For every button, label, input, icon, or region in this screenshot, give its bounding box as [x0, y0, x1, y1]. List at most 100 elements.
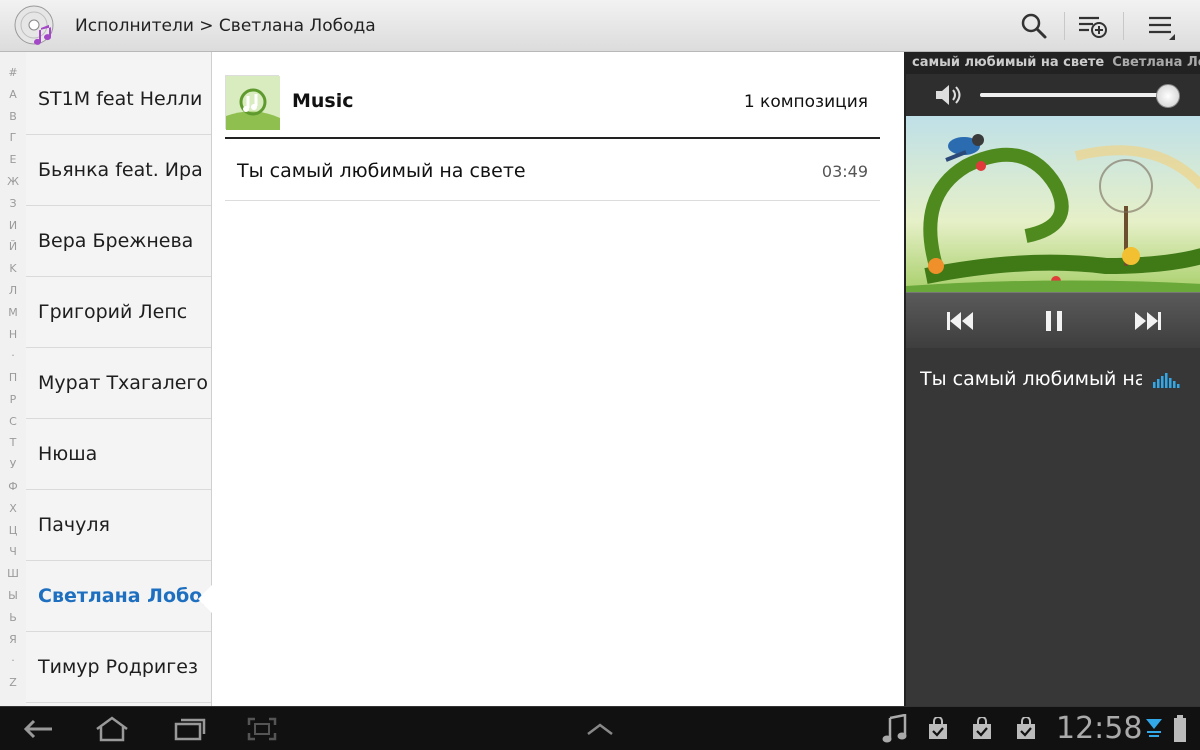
volume-slider-thumb[interactable]: [1156, 84, 1181, 108]
artist-list-item[interactable]: Тимур Родригез: [26, 632, 211, 703]
index-letter[interactable]: M: [0, 306, 26, 319]
volume-slider-fill: [980, 93, 1169, 97]
index-letter[interactable]: C: [0, 415, 26, 428]
artist-list-item[interactable]: Бьянка feat. Ира: [26, 135, 211, 206]
index-letter[interactable]: Z: [0, 676, 26, 689]
index-letter[interactable]: Ч: [0, 545, 26, 558]
wifi-status[interactable]: [1142, 707, 1166, 750]
index-letter[interactable]: T: [0, 436, 26, 449]
next-button[interactable]: [1118, 293, 1178, 349]
store-notification[interactable]: [920, 707, 956, 750]
volume-icon[interactable]: [934, 82, 964, 108]
screenshot-button[interactable]: [238, 707, 286, 750]
album-artwork[interactable]: [906, 116, 1200, 292]
index-letter[interactable]: Я: [0, 633, 26, 646]
search-icon: [1021, 13, 1047, 39]
shopping-bag-check-icon: [973, 717, 991, 739]
volume-row: [906, 74, 1200, 116]
next-icon: [1135, 312, 1161, 330]
equalizer-icon: [1153, 373, 1180, 388]
playback-controls: [906, 292, 1200, 348]
index-letter[interactable]: Ш: [0, 567, 26, 580]
battery-icon: [1174, 715, 1186, 742]
artist-list-item[interactable]: Мурат Тхагалего: [26, 348, 211, 419]
recent-apps-button[interactable]: [166, 707, 214, 750]
music-note-icon: [882, 714, 907, 743]
ticker-artist: Светлана Лобод: [1112, 55, 1200, 70]
recent-apps-icon: [174, 718, 206, 741]
menu-icon: [1149, 16, 1175, 40]
index-letter[interactable]: ·: [0, 349, 26, 362]
index-letter[interactable]: Л: [0, 284, 26, 297]
index-letter[interactable]: ·: [0, 654, 26, 667]
index-letter[interactable]: Ы: [0, 589, 26, 602]
ticker-title: самый любимый на свете: [912, 55, 1105, 70]
artist-list-item[interactable]: ST1M feat Нелли: [26, 64, 211, 135]
home-icon: [96, 716, 128, 742]
search-button[interactable]: [1006, 0, 1062, 52]
index-letter[interactable]: Ц: [0, 524, 26, 537]
index-letter[interactable]: P: [0, 393, 26, 406]
store-notification[interactable]: [1008, 707, 1044, 750]
action-bar: Исполнители > Светлана Лобода: [0, 0, 1200, 52]
artist-list-item[interactable]: Вера Брежнева: [26, 206, 211, 277]
music-app: Исполнители > Светлана Лобода # A B Г E …: [0, 0, 1200, 750]
wifi-icon: [1146, 719, 1162, 737]
album-art-thumbnail[interactable]: [225, 75, 280, 130]
shopping-bag-check-icon: [929, 717, 947, 739]
music-app-icon[interactable]: [14, 5, 58, 49]
music-notification[interactable]: [874, 707, 914, 750]
chevron-up-icon: [587, 723, 613, 735]
index-letter[interactable]: #: [0, 66, 26, 79]
store-notification[interactable]: [964, 707, 1000, 750]
index-letter[interactable]: З: [0, 197, 26, 210]
now-playing-panel: самый любимый на свете Светлана Лобод: [904, 52, 1200, 706]
expand-bar-button[interactable]: [576, 707, 624, 750]
now-playing-ticker: самый любимый на свете Светлана Лобод: [906, 52, 1200, 74]
status-clock[interactable]: 12:58: [1056, 707, 1142, 750]
index-letter[interactable]: E: [0, 153, 26, 166]
breadcrumb[interactable]: Исполнители > Светлана Лобода: [75, 0, 376, 52]
back-arrow-icon: [23, 719, 52, 739]
add-to-playlist-button[interactable]: [1065, 0, 1121, 52]
artist-list: ST1M feat Нелли Бьянка feat. Ира Вера Бреж…: [26, 52, 212, 706]
artist-list-item[interactable]: Пачуля: [26, 490, 211, 561]
artist-list-item[interactable]: Светлана Лобода: [26, 561, 211, 632]
track-row[interactable]: Ты самый любимый на свете 03:49: [225, 139, 880, 201]
track-count: 1 композиция: [743, 92, 868, 112]
home-button[interactable]: [88, 707, 136, 750]
album-tracks-pane: Music 1 композиция Ты самый любимый на с…: [212, 52, 904, 706]
screenshot-icon: [247, 717, 277, 741]
system-navigation-bar: 12:58: [0, 706, 1200, 750]
battery-status[interactable]: [1168, 707, 1192, 750]
index-letter[interactable]: B: [0, 110, 26, 123]
index-letter[interactable]: K: [0, 262, 26, 275]
index-letter[interactable]: Ь: [0, 611, 26, 624]
index-letter[interactable]: Ф: [0, 480, 26, 493]
track-title: Ты самый любимый на свете: [237, 160, 526, 182]
track-duration: 03:49: [821, 162, 868, 181]
index-letter[interactable]: H: [0, 328, 26, 341]
pause-button[interactable]: [1024, 293, 1084, 349]
previous-button[interactable]: [930, 293, 990, 349]
index-letter[interactable]: Й: [0, 240, 26, 253]
selection-pointer: [198, 585, 212, 613]
index-letter[interactable]: Г: [0, 131, 26, 144]
index-letter[interactable]: X: [0, 502, 26, 515]
toolbar-separator: [1123, 12, 1124, 40]
previous-icon: [947, 312, 973, 330]
artist-list-item[interactable]: Григорий Лепс: [26, 277, 211, 348]
index-letter[interactable]: У: [0, 458, 26, 471]
index-letter[interactable]: A: [0, 88, 26, 101]
index-letter[interactable]: Ж: [0, 175, 26, 188]
now-playing-title[interactable]: Ты самый любимый на: [920, 368, 1142, 390]
artist-list-item[interactable]: Нюша: [26, 419, 211, 490]
back-button[interactable]: [14, 707, 62, 750]
playlist-add-icon: [1079, 16, 1107, 38]
index-letter[interactable]: П: [0, 371, 26, 384]
index-letter[interactable]: И: [0, 219, 26, 232]
overflow-menu-button[interactable]: [1134, 0, 1190, 52]
alphabet-index[interactable]: # A B Г E Ж З И Й K Л M H · П P C T У Ф X Ц Ч Ш Ы Ь Я · Z: [0, 52, 26, 706]
album-title: Music: [292, 90, 354, 112]
pause-icon: [1046, 311, 1062, 331]
